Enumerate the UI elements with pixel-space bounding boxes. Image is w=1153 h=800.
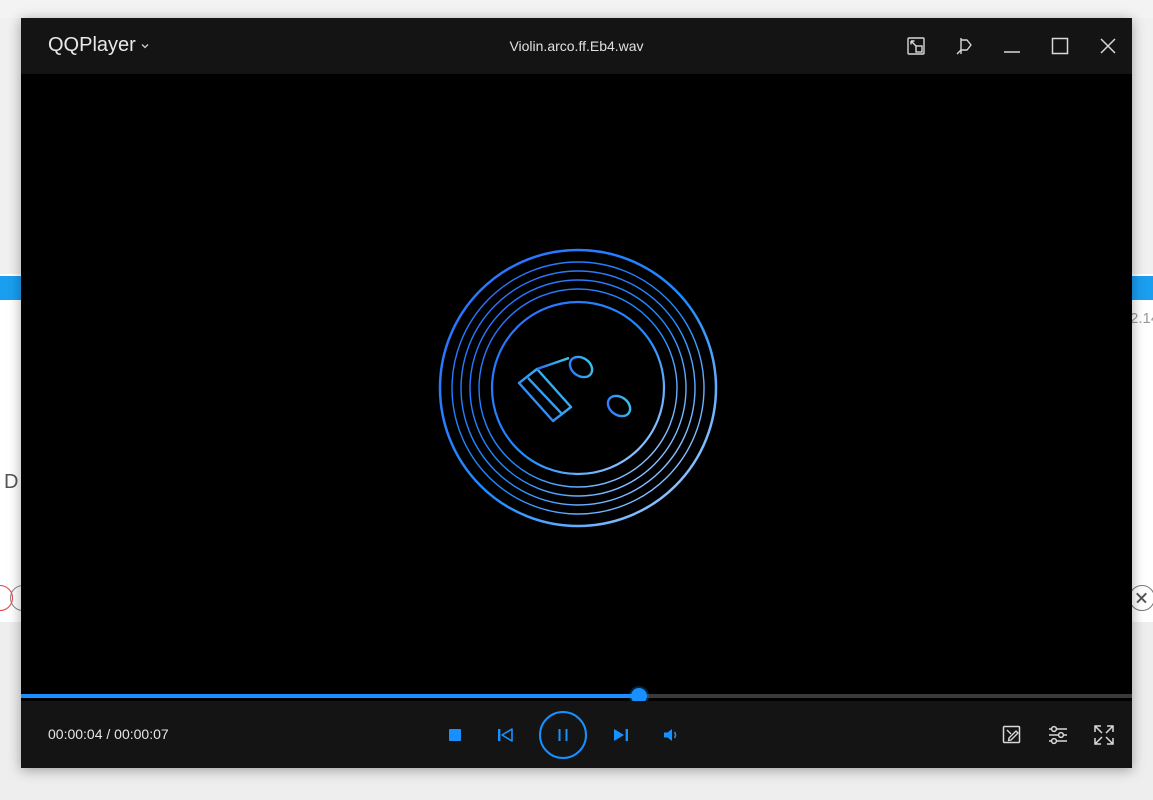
volume-icon	[664, 729, 677, 741]
music-note-icon	[517, 355, 632, 423]
screenshot-toggle-button[interactable]	[892, 18, 940, 74]
fullscreen-icon	[1094, 725, 1114, 745]
seek-bar[interactable]	[21, 688, 1132, 704]
title-bar: QQPlayer Violin.arco.ff.Eb4.wav	[21, 18, 1132, 74]
settings-button[interactable]	[1046, 723, 1070, 747]
control-bar: 00:00:04 / 00:00:07	[21, 701, 1132, 768]
video-area[interactable]	[21, 74, 1132, 694]
minimize-button[interactable]	[988, 18, 1036, 74]
next-button[interactable]	[607, 721, 635, 749]
total-time: 00:00:07	[114, 726, 169, 742]
screenshot-edit-icon	[1002, 725, 1021, 744]
pin-icon	[956, 38, 972, 55]
screenshot-toggle-icon	[907, 37, 925, 55]
previous-button[interactable]	[491, 721, 519, 749]
skip-next-icon	[614, 729, 628, 741]
background-text-fragment-left: D	[4, 471, 19, 493]
screenshot-button[interactable]	[1000, 723, 1024, 747]
window-controls	[892, 18, 1132, 74]
time-display: 00:00:04 / 00:00:07	[48, 726, 169, 742]
maximize-button[interactable]	[1036, 18, 1084, 74]
stop-icon	[449, 729, 461, 741]
pin-button[interactable]	[940, 18, 988, 74]
maximize-icon	[1051, 37, 1069, 55]
player-window: QQPlayer Violin.arco.ff.Eb4.wav 00:00:04…	[21, 18, 1132, 768]
skip-previous-icon	[498, 728, 513, 742]
close-button[interactable]	[1084, 18, 1132, 74]
playback-controls	[441, 709, 685, 761]
audio-disc-visual	[438, 248, 718, 528]
desktop-background-top	[0, 0, 1153, 18]
volume-button[interactable]	[657, 721, 685, 749]
background-text-fragment-right: 2.14	[1130, 310, 1153, 327]
pause-icon	[558, 729, 568, 741]
seek-bar-fill	[21, 694, 639, 698]
pause-button[interactable]	[539, 711, 587, 759]
minimize-icon	[1004, 51, 1020, 53]
stop-button[interactable]	[441, 721, 469, 749]
close-icon	[1100, 38, 1116, 54]
time-separator: /	[102, 726, 115, 742]
extra-controls	[1000, 717, 1116, 753]
background-close-circle-icon[interactable]	[1129, 585, 1153, 611]
fullscreen-button[interactable]	[1092, 723, 1116, 747]
current-time: 00:00:04	[48, 726, 103, 742]
sliders-icon	[1049, 725, 1067, 745]
